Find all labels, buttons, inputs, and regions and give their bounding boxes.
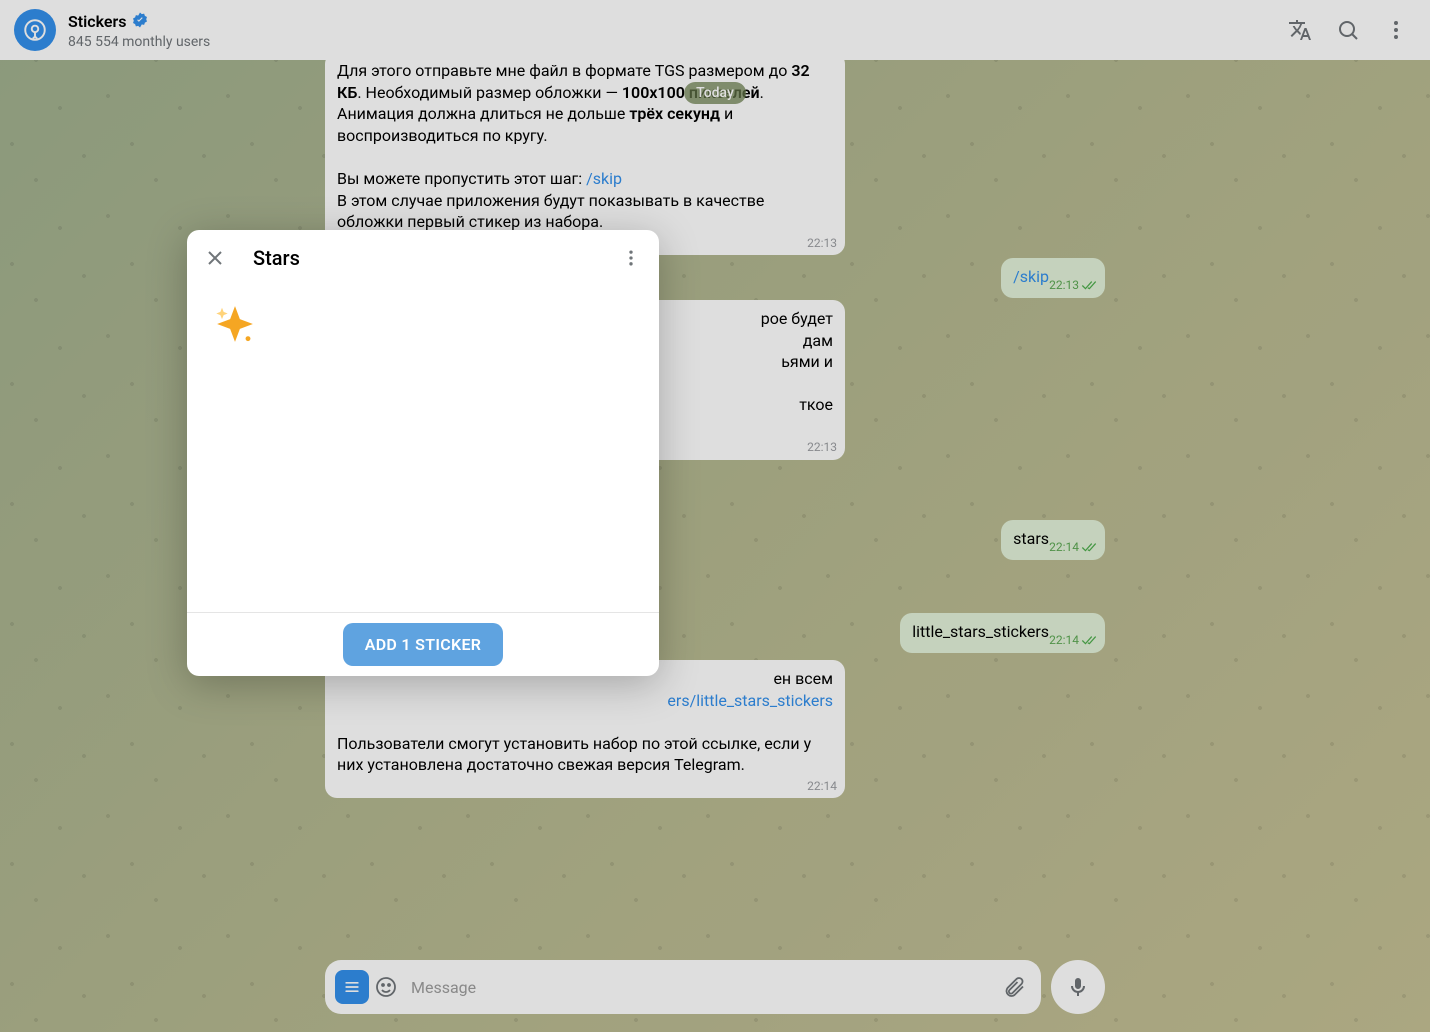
close-icon[interactable] bbox=[195, 238, 235, 278]
add-sticker-button[interactable]: ADD 1 STICKER bbox=[343, 623, 504, 666]
modal-title: Stars bbox=[253, 246, 611, 270]
sticker-thumbnail[interactable] bbox=[207, 296, 263, 352]
sticker-set-modal: Stars ADD 1 STICKER bbox=[187, 230, 659, 676]
modal-more-icon[interactable] bbox=[611, 238, 651, 278]
